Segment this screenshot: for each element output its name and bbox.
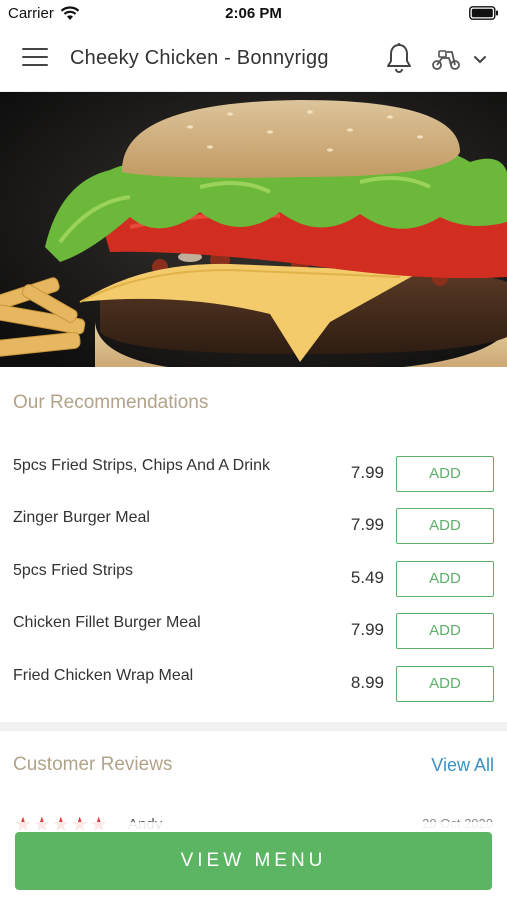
item-name: Zinger Burger Meal <box>13 509 150 526</box>
hamburger-menu-icon[interactable] <box>22 48 48 70</box>
page-title: Cheeky Chicken - Bonnyrigg <box>70 47 329 69</box>
view-menu-button[interactable]: VIEW MENU <box>15 832 492 890</box>
add-button[interactable]: ADD <box>396 456 494 492</box>
reviews-title: Customer Reviews <box>13 754 173 775</box>
item-price: 7.99 <box>350 463 384 482</box>
recommendations-title: Our Recommendations <box>13 392 209 413</box>
list-item: Zinger Burger Meal 7.99 ADD <box>0 494 507 546</box>
item-price: 5.49 <box>350 568 384 587</box>
bottom-action-bar: VIEW MENU <box>0 822 507 900</box>
add-button[interactable]: ADD <box>396 561 494 597</box>
hero-burger-image <box>0 92 507 367</box>
app-header: Cheeky Chicken - Bonnyrigg <box>0 28 507 92</box>
item-price: 8.99 <box>350 673 384 692</box>
add-button[interactable]: ADD <box>396 508 494 544</box>
battery-icon <box>469 6 498 20</box>
add-button[interactable]: ADD <box>396 666 494 702</box>
item-name: Chicken Fillet Burger Meal <box>13 614 201 631</box>
item-name: 5pcs Fried Strips, Chips And A Drink <box>13 457 270 474</box>
chevron-down-icon[interactable] <box>472 52 488 66</box>
add-button[interactable]: ADD <box>396 613 494 649</box>
item-name: 5pcs Fried Strips <box>13 562 134 579</box>
list-item: 5pcs Fried Strips 5.49 ADD <box>0 547 507 599</box>
section-divider <box>0 722 507 731</box>
list-item: Chicken Fillet Burger Meal 7.99 ADD <box>0 599 507 651</box>
delivery-scooter-icon[interactable] <box>430 46 462 72</box>
notification-bell-icon[interactable] <box>385 42 413 74</box>
status-time: 2:06 PM <box>225 5 282 22</box>
status-bar: Carrier 2:06 PM <box>0 0 507 28</box>
item-price: 7.99 <box>350 620 384 639</box>
view-all-reviews-link[interactable]: View All <box>431 755 494 776</box>
list-item: 5pcs Fried Strips, Chips And A Drink 7.9… <box>0 442 507 494</box>
item-price: 7.99 <box>350 515 384 534</box>
item-name: Fried Chicken Wrap Meal <box>13 667 194 684</box>
list-item: Fried Chicken Wrap Meal 8.99 ADD <box>0 652 507 704</box>
